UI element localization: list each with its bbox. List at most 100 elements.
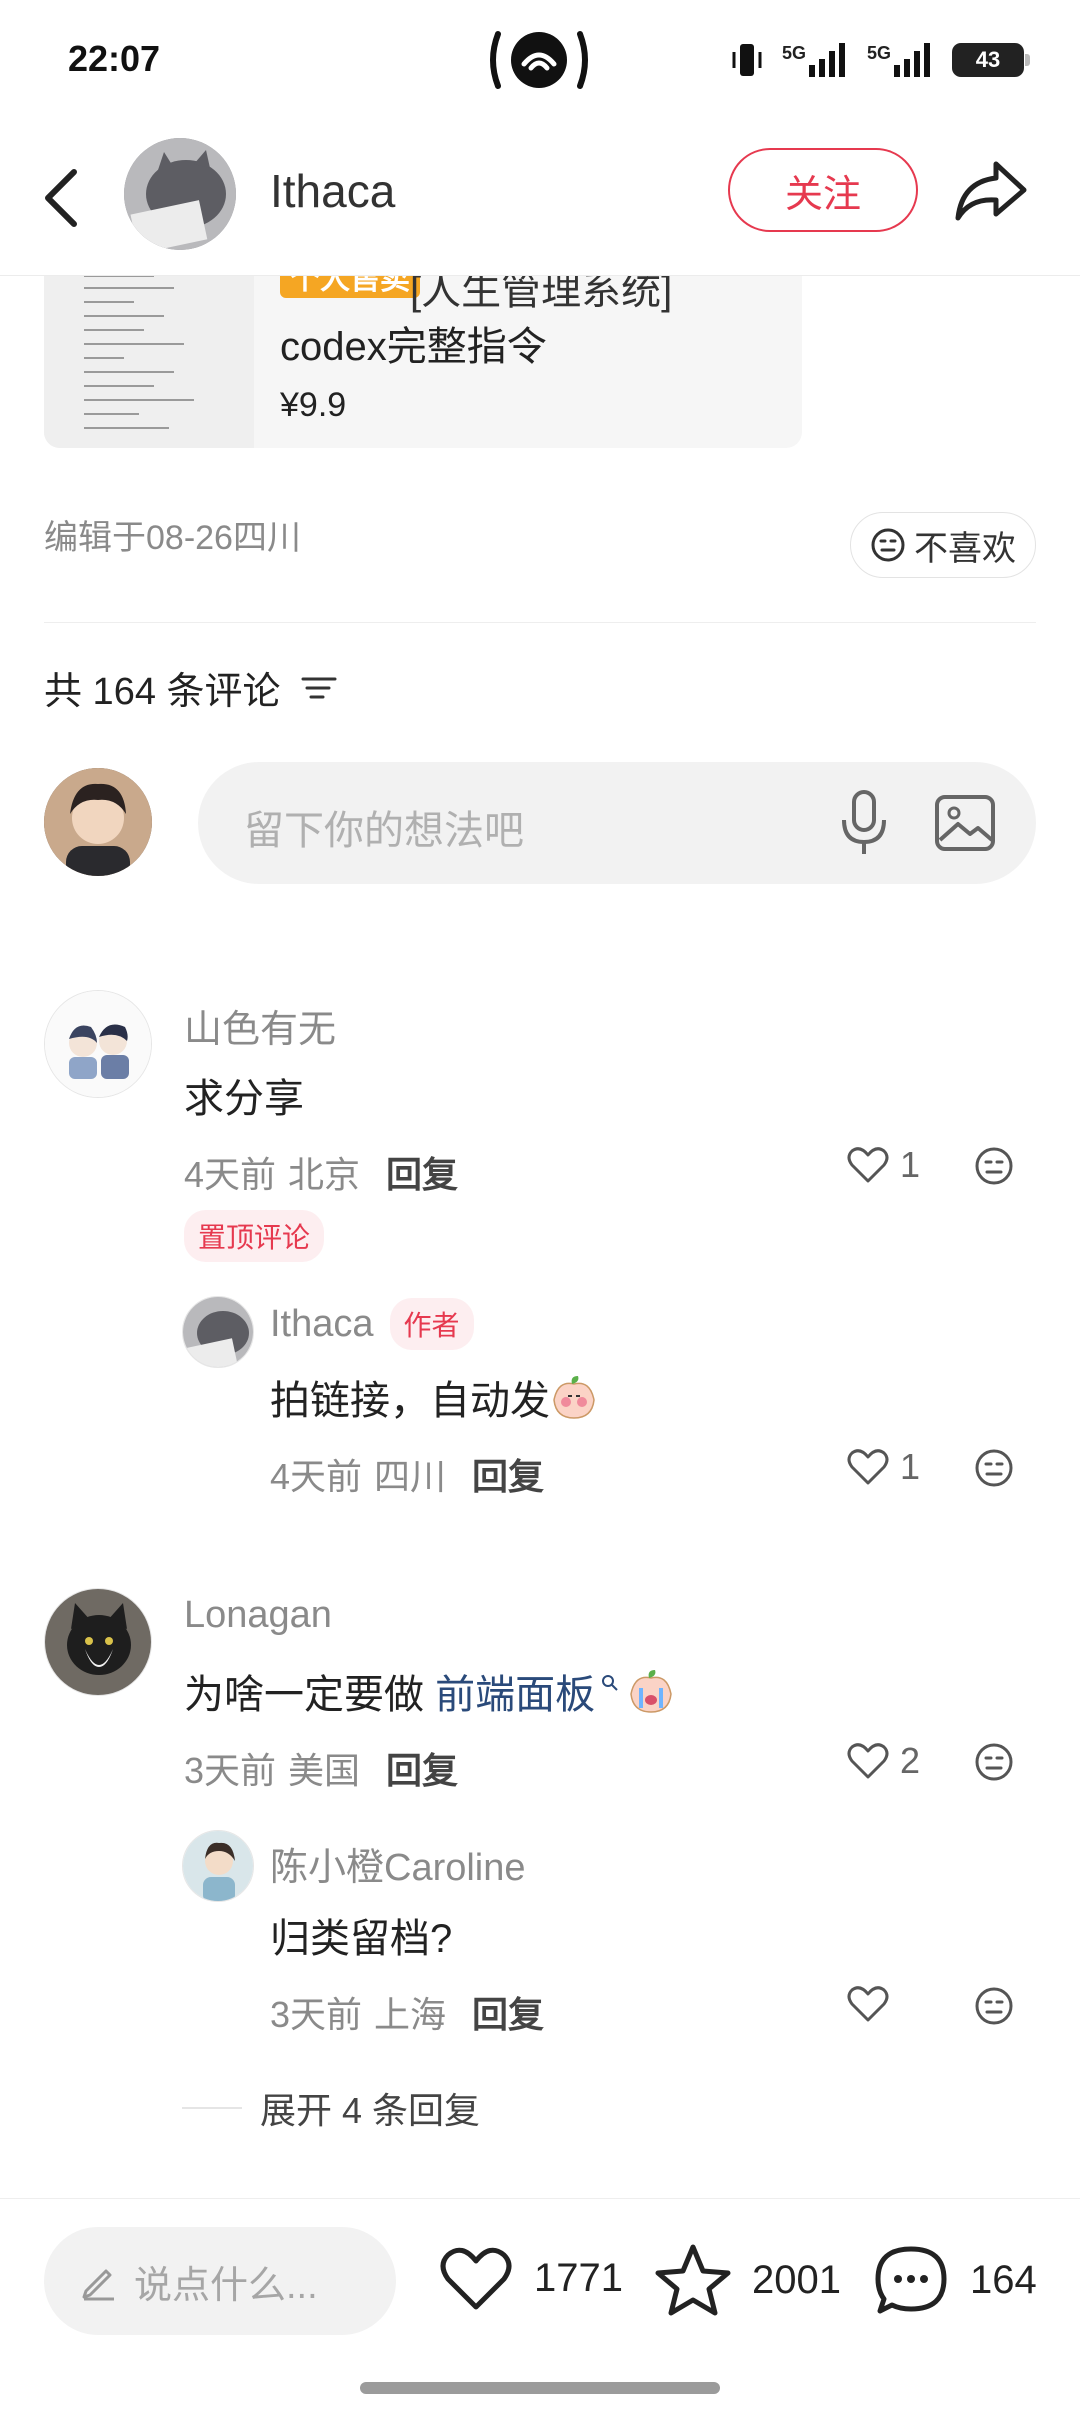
meh-face-icon[interactable] (974, 1146, 1014, 1191)
heart-icon[interactable] (846, 1145, 890, 1185)
commenter-avatar[interactable] (44, 1588, 152, 1696)
expand-replies-label: 展开 4 条回复 (260, 2090, 481, 2131)
heart-icon[interactable] (846, 1984, 890, 2024)
commenter-name[interactable]: 山色有无 (184, 998, 336, 1053)
comment-text: 为啥一定要做 前端面板 (184, 1662, 675, 1720)
comment-meta: 4天前 北京 回复 (184, 1146, 458, 1198)
comment-input-placeholder: 留下你的想法吧 (244, 809, 524, 853)
say-placeholder: 说点什么... (134, 2264, 318, 2307)
reply-meta: 4天前 四川 回复 (270, 1448, 544, 1500)
battery-icon: 43 (952, 43, 1030, 77)
product-price: ¥9.9 (280, 386, 347, 424)
comment-text: 求分享 (184, 1077, 304, 1121)
comment-count-label: 共 164 条评论 (44, 671, 281, 713)
search-link[interactable]: 前端面板 (435, 1662, 595, 1720)
heart-icon[interactable] (846, 1741, 890, 1781)
author-name[interactable]: Ithaca (270, 164, 395, 218)
star-icon[interactable] (654, 2243, 732, 2317)
share-icon[interactable] (952, 156, 1032, 226)
edited-info: 编辑于08-26四川 (44, 519, 301, 557)
divider (44, 622, 1036, 623)
sort-icon[interactable] (299, 673, 339, 703)
product-title-line2: codex完整指令 (280, 325, 547, 369)
reply-name[interactable]: Ithaca (270, 1303, 374, 1346)
signal-bars-icon (808, 43, 845, 77)
comment-time: 4天前 (184, 1154, 277, 1195)
comment-like[interactable]: 1 (846, 1144, 920, 1186)
reply-time: 3天前 (270, 1994, 363, 2035)
like-action[interactable]: 1771 (438, 2243, 623, 2313)
follow-button[interactable]: 关注 (728, 148, 918, 232)
reply-location: 四川 (374, 1456, 447, 1497)
reply-button[interactable]: 回复 (472, 1448, 544, 1500)
product-thumbnail (44, 262, 254, 448)
reply-button[interactable]: 回复 (472, 1986, 544, 2038)
meh-face-icon[interactable] (974, 1448, 1014, 1493)
system-icons: 5G 5G 43 (730, 40, 1030, 80)
signal-1: 5G (782, 43, 849, 77)
hotspot-icon (486, 24, 592, 96)
comment-total: 164 (970, 2257, 1037, 2302)
search-icon[interactable] (601, 1674, 619, 1692)
comment-bubble-icon[interactable] (872, 2243, 950, 2317)
expand-line (182, 2107, 242, 2109)
say-something-input[interactable]: 说点什么... (44, 2227, 396, 2335)
blushing-peach-emoji (553, 1376, 595, 1419)
reply-button[interactable]: 回复 (386, 1742, 458, 1794)
reply-meta: 3天前 上海 回复 (270, 1986, 544, 2038)
comment-location: 美国 (288, 1750, 361, 1791)
microphone-icon[interactable] (838, 788, 890, 858)
pinned-badge: 置顶评论 (184, 1210, 325, 1262)
comment-time: 3天前 (184, 1750, 277, 1791)
like-count: 2 (900, 1740, 921, 1781)
my-avatar (44, 768, 152, 876)
image-icon[interactable] (934, 794, 996, 852)
heart-icon[interactable] (846, 1447, 890, 1487)
commenter-name[interactable]: Lonagan (184, 1594, 332, 1637)
signal-bars-icon (894, 43, 930, 77)
back-arrow-icon[interactable] (36, 158, 92, 238)
heart-icon[interactable] (438, 2243, 514, 2313)
reply-time: 4天前 (270, 1456, 363, 1497)
reply-location: 上海 (374, 1994, 447, 2035)
vibrate-icon (732, 44, 762, 76)
top-nav-bar: Ithaca 关注 (0, 130, 1080, 276)
favorite-total: 2001 (752, 2257, 841, 2302)
expand-replies-button[interactable]: 展开 4 条回复 (182, 2082, 480, 2134)
like-total: 1771 (534, 2255, 623, 2300)
reply-button[interactable]: 回复 (386, 1146, 458, 1198)
reply-text: 归类留档? (270, 1917, 453, 1961)
comment-action[interactable]: 164 (872, 2243, 1037, 2317)
favorite-action[interactable]: 2001 (654, 2243, 841, 2317)
dislike-button[interactable]: 不喜欢 (850, 512, 1036, 578)
meh-face-icon[interactable] (974, 1986, 1014, 2031)
meh-face-icon[interactable] (974, 1742, 1014, 1787)
reply-like[interactable]: 1 (846, 1446, 920, 1488)
commenter-avatar[interactable] (44, 990, 152, 1098)
home-indicator[interactable] (360, 2382, 720, 2394)
comment-like[interactable]: 2 (846, 1740, 920, 1782)
dislike-label: 不喜欢 (914, 529, 1016, 568)
status-time: 22:07 (68, 38, 161, 79)
author-avatar[interactable] (124, 138, 236, 250)
reply-name-row: Ithaca 作者 (270, 1298, 474, 1350)
reply-avatar[interactable] (182, 1830, 254, 1902)
reply-avatar[interactable] (182, 1296, 254, 1368)
reply-like[interactable] (846, 1984, 900, 2024)
status-bar: 22:07 5G 5G 43 (0, 0, 1080, 120)
like-count: 1 (900, 1144, 921, 1185)
like-count: 1 (900, 1446, 921, 1487)
reply-text: 拍链接，自动发 (270, 1368, 598, 1426)
reply-name[interactable]: 陈小橙Caroline (270, 1836, 526, 1891)
crying-peach-emoji (630, 1670, 672, 1713)
comment-count-header: 共 164 条评论 (44, 660, 339, 715)
bottom-action-bar: 说点什么... 1771 2001 164 (0, 2198, 1080, 2412)
comment-location: 北京 (288, 1154, 361, 1195)
author-badge: 作者 (389, 1298, 474, 1350)
comment-meta: 3天前 美国 回复 (184, 1742, 458, 1794)
signal-2: 5G (867, 43, 934, 77)
meh-face-icon (871, 528, 905, 562)
comment-input[interactable]: 留下你的想法吧 (198, 762, 1036, 884)
product-card[interactable]: 个人售卖 [人生管理系统] codex完整指令 ¥9.9 (44, 262, 802, 448)
pencil-icon (82, 2269, 114, 2301)
